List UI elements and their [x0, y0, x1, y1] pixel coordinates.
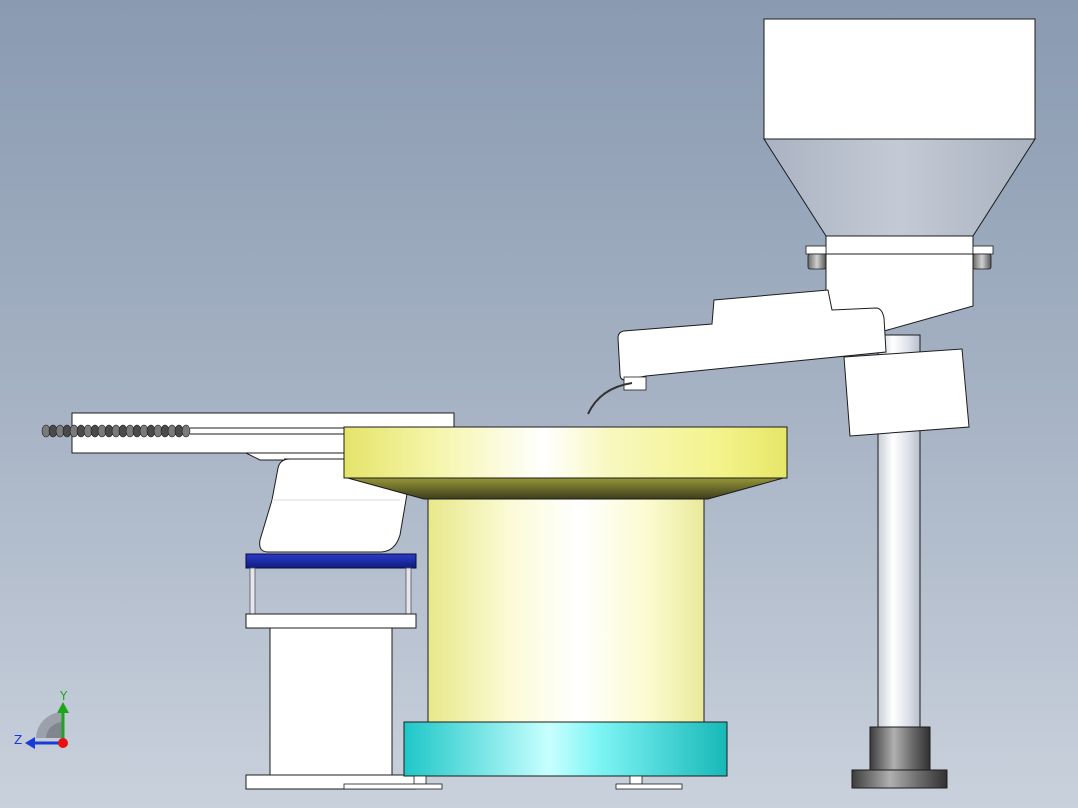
- hopper[interactable]: [763, 18, 1036, 332]
- triad-z-arrowhead: [25, 737, 35, 749]
- coordinate-triad: Y Z: [14, 689, 69, 749]
- triad-y-arrowhead: [57, 702, 69, 713]
- post-foot[interactable]: [851, 726, 948, 789]
- feeder-parts-row: [41, 424, 191, 438]
- feeder-part: [181, 424, 191, 438]
- model-view[interactable]: Y Z: [0, 0, 1078, 808]
- support-column[interactable]: [245, 627, 417, 790]
- mount-plate[interactable]: [245, 553, 417, 629]
- triad-x-axis: [58, 738, 68, 748]
- triad-z-label: Z: [14, 733, 22, 747]
- cad-viewport[interactable]: Y Z: [0, 0, 1078, 808]
- triad-y-label: Y: [59, 689, 68, 703]
